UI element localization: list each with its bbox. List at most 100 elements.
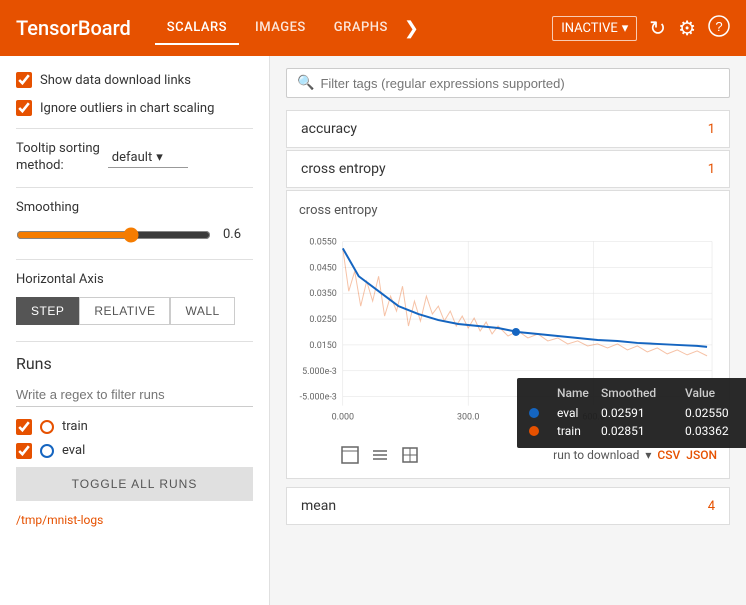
refresh-icon[interactable]: ↻ (649, 16, 666, 40)
download-section: run to download ▾ CSV JSON (553, 448, 717, 462)
expand-icon[interactable] (339, 444, 361, 466)
tooltip-col-smoothed: Smoothed (601, 386, 681, 400)
svg-text:?: ? (715, 19, 722, 34)
tag-cross-entropy-count: 1 (708, 162, 715, 177)
axis-btn-wall[interactable]: WALL (170, 297, 234, 325)
tooltip-col-name: Name (557, 386, 597, 400)
tooltip-eval-smoothed: 0.02591 (601, 406, 681, 420)
sidebar: Show data download links Ignore outliers… (0, 56, 270, 605)
tag-row-mean[interactable]: mean 4 (286, 487, 730, 525)
divider-4 (16, 341, 253, 342)
run-eval-checkbox[interactable] (16, 443, 32, 459)
show-data-links-checkbox[interactable] (16, 72, 32, 88)
dropdown-arrow-icon: ▾ (622, 21, 629, 36)
inactive-label: INACTIVE (561, 21, 618, 36)
nav-more-icon[interactable]: ❯ (404, 18, 419, 39)
tooltip-sort-value: default (112, 150, 152, 165)
svg-text:0.0550: 0.0550 (309, 237, 336, 247)
chart-tooltip: Name Smoothed Value Step Time Relative e… (517, 378, 746, 448)
run-eval-circle (40, 444, 54, 458)
train-indicator (529, 426, 539, 436)
toggle-all-button[interactable]: TOGGLE ALL RUNS (16, 467, 253, 501)
tooltip-eval-value: 0.02550 (685, 406, 746, 420)
runs-label: Runs (16, 354, 253, 373)
run-item-eval: eval (16, 443, 253, 459)
svg-text:0.000: 0.000 (332, 413, 354, 423)
run-train-circle (40, 420, 54, 434)
download-arrow-icon: ▾ (645, 448, 651, 462)
csv-link[interactable]: CSV (657, 448, 680, 462)
nav-scalars[interactable]: SCALARS (155, 12, 239, 45)
nav-graphs[interactable]: GRAPHS (322, 12, 400, 45)
tooltip-row-eval: eval 0.02591 0.02550 170.0 Mon Sep 12, 1… (529, 404, 746, 422)
show-data-links-option: Show data download links (16, 72, 253, 88)
tooltip-sort-select[interactable]: default ▾ (108, 148, 188, 168)
tooltip-row-train: train 0.02851 0.03362 166.0 Mon Sep 12, … (529, 422, 746, 440)
svg-text:0.0150: 0.0150 (309, 341, 336, 351)
axis-btn-step[interactable]: STEP (16, 297, 79, 325)
tag-search-input[interactable] (320, 76, 719, 91)
svg-text:-5.000e-3: -5.000e-3 (300, 393, 337, 403)
tooltip-header: Name Smoothed Value Step Time Relative (529, 386, 746, 404)
tooltip-eval-name: eval (557, 406, 597, 420)
show-data-links-label: Show data download links (40, 73, 191, 88)
svg-text:300.0: 300.0 (457, 413, 479, 423)
runs-filter-input[interactable] (16, 383, 253, 407)
svg-text:0.0450: 0.0450 (309, 263, 336, 273)
axis-buttons-group: STEP RELATIVE WALL (16, 297, 253, 325)
eval-indicator (529, 408, 539, 418)
cross-entropy-chart-card: cross entropy 0.0550 0.0450 0.0350 0.025… (286, 190, 730, 479)
logo: TensorBoard (16, 16, 131, 40)
chart-title: cross entropy (299, 203, 717, 218)
svg-text:5.000e-3: 5.000e-3 (302, 367, 337, 377)
tag-mean-name: mean (301, 498, 336, 514)
run-train-label: train (62, 419, 88, 434)
tooltip-sort-row: Tooltip sortingmethod: default ▾ (16, 141, 253, 175)
ignore-outliers-checkbox[interactable] (16, 100, 32, 116)
smoothing-label: Smoothing (16, 200, 253, 215)
tooltip-train-smoothed: 0.02851 (601, 424, 681, 438)
help-icon[interactable]: ? (708, 15, 730, 42)
tag-row-cross-entropy[interactable]: cross entropy 1 (286, 150, 730, 188)
svg-text:0.0250: 0.0250 (309, 315, 336, 325)
axis-btn-relative[interactable]: RELATIVE (79, 297, 170, 325)
json-link[interactable]: JSON (686, 448, 717, 462)
content-area: 🔍 accuracy 1 cross entropy 1 cross entro… (270, 56, 746, 605)
header-right: INACTIVE ▾ ↻ ⚙ ? (552, 15, 730, 42)
tag-accuracy-count: 1 (708, 122, 715, 137)
nav-images[interactable]: IMAGES (243, 12, 318, 45)
smoothing-slider[interactable] (16, 227, 211, 243)
run-to-download-label: run to download (553, 448, 639, 462)
search-icon: 🔍 (297, 75, 314, 91)
ignore-outliers-option: Ignore outliers in chart scaling (16, 100, 253, 116)
tooltip-train-name: train (557, 424, 597, 438)
inactive-dropdown[interactable]: INACTIVE ▾ (552, 16, 637, 41)
list-icon[interactable] (369, 444, 391, 466)
smoothing-value: 0.6 (223, 227, 253, 242)
horiz-axis-label: Horizontal Axis (16, 272, 253, 287)
tag-accuracy-name: accuracy (301, 121, 357, 137)
svg-text:0.0350: 0.0350 (309, 289, 336, 299)
search-bar: 🔍 (286, 68, 730, 98)
log-path[interactable]: /tmp/mnist-logs (16, 513, 253, 527)
dropdown-chevron-icon: ▾ (156, 150, 163, 165)
divider-1 (16, 128, 253, 129)
tooltip-train-value: 0.03362 (685, 424, 746, 438)
fit-icon[interactable] (399, 444, 421, 466)
ignore-outliers-label: Ignore outliers in chart scaling (40, 101, 214, 116)
tag-mean-count: 4 (708, 499, 715, 514)
settings-icon[interactable]: ⚙ (678, 16, 696, 40)
tooltip-col-value: Value (685, 386, 746, 400)
divider-2 (16, 187, 253, 188)
run-train-checkbox[interactable] (16, 419, 32, 435)
smoothing-row: 0.6 (16, 227, 253, 243)
header: TensorBoard SCALARS IMAGES GRAPHS ❯ INAC… (0, 0, 746, 56)
tooltip-sort-label: Tooltip sortingmethod: (16, 141, 100, 175)
main-layout: Show data download links Ignore outliers… (0, 56, 746, 605)
nav-bar: SCALARS IMAGES GRAPHS ❯ (155, 12, 528, 45)
eval-dot (512, 328, 520, 336)
tag-cross-entropy-name: cross entropy (301, 161, 386, 177)
run-eval-label: eval (62, 443, 85, 458)
tag-row-accuracy[interactable]: accuracy 1 (286, 110, 730, 148)
run-item-train: train (16, 419, 253, 435)
